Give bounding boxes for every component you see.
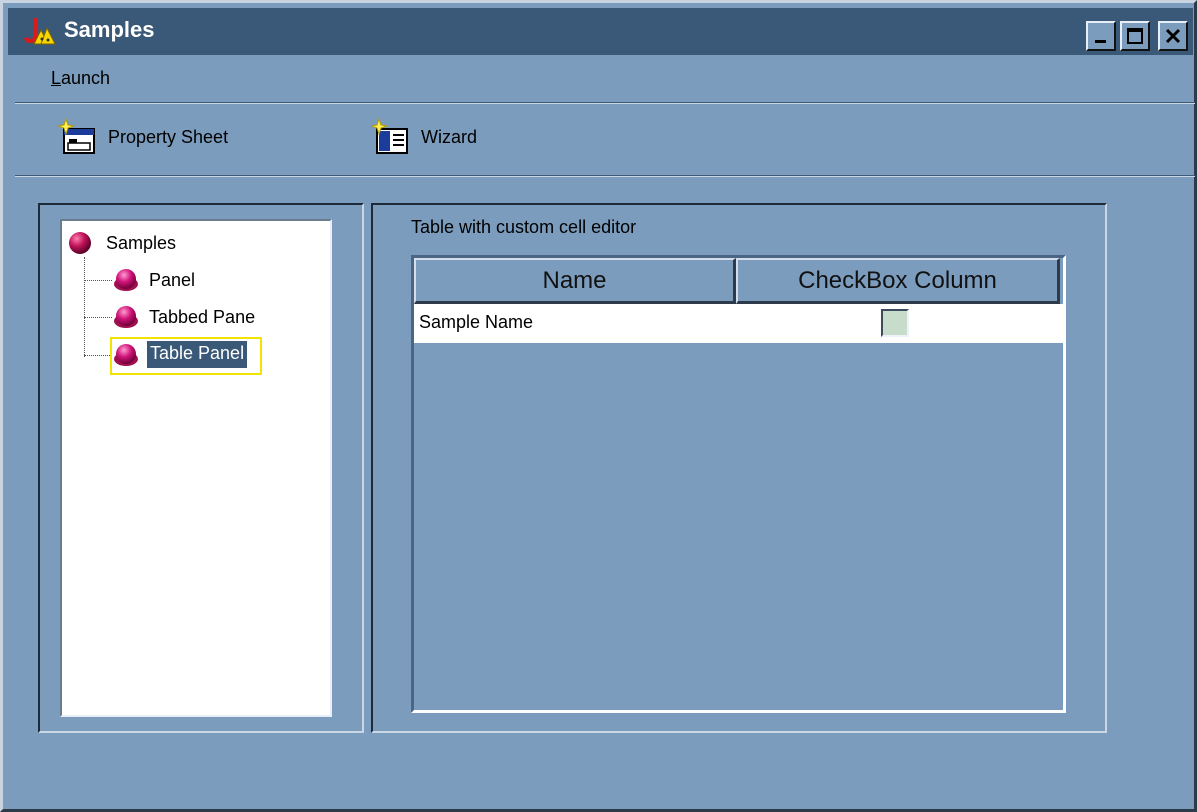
maximize-icon [1127,28,1143,44]
wizard-icon [371,118,408,154]
tree-view[interactable]: Samples Panel Tabbed Pane Table Panel [60,219,332,717]
menu-launch[interactable]: Launch [51,68,110,89]
menu-separator [15,102,1195,104]
tree-connector [84,355,112,356]
column-header-checkbox[interactable]: CheckBox Column [736,258,1060,304]
wizard-label: Wizard [421,126,478,147]
tree-node-panel[interactable]: Panel [112,268,195,292]
tree-node-samples[interactable]: Samples [68,231,176,255]
tree-panel: Samples Panel Tabbed Pane Table Panel [38,203,364,733]
tree-node-ball-icon [69,232,91,254]
cell-checkbox[interactable] [881,309,909,337]
table-caption: Table with custom cell editor [411,217,637,237]
tree-node-ball-icon [114,306,138,328]
tree-node-table-panel[interactable]: Table Panel [112,341,248,368]
tree-node-tabbed-pane[interactable]: Tabbed Pane [112,305,255,329]
tree-node-ball-icon [114,269,138,291]
minimize-icon [1095,40,1106,43]
tree-connector [84,317,112,318]
minimize-button[interactable] [1086,21,1116,51]
property-sheet-button[interactable]: Property Sheet [58,117,228,157]
property-sheet-icon [58,118,95,154]
window-title: Samples [64,17,155,42]
property-sheet-label: Property Sheet [108,126,229,147]
menu-launch-label: aunch [61,68,111,88]
tree-node-label: Panel [149,269,196,290]
close-icon [1165,28,1181,44]
sample-table[interactable]: Name CheckBox Column Sample Name [411,255,1066,713]
toolbar-separator [15,175,1195,177]
tree-node-label: Samples [106,232,177,253]
content-panel: Table with custom cell editor Name Check… [371,203,1107,733]
tree-connector [84,280,112,281]
column-header-name[interactable]: Name [414,258,736,304]
close-button[interactable] [1158,21,1188,51]
samples-window: Samples Launch Property Sheet Wizard Sam… [0,0,1197,812]
tree-node-label: Tabbed Pane [149,306,256,327]
wizard-button[interactable]: Wizard [371,117,477,157]
java-app-icon [23,16,57,46]
cell-name[interactable]: Sample Name [419,312,533,333]
maximize-button[interactable] [1120,21,1150,51]
tree-node-label-selected: Table Panel [147,341,248,368]
menu-launch-mnemonic: L [51,68,62,88]
title-bar[interactable]: Samples [8,8,1193,55]
tree-node-ball-icon [114,343,138,366]
tree-connector [84,257,85,357]
menu-bar: Launch [8,61,1193,97]
table-row[interactable]: Sample Name [414,304,1063,343]
